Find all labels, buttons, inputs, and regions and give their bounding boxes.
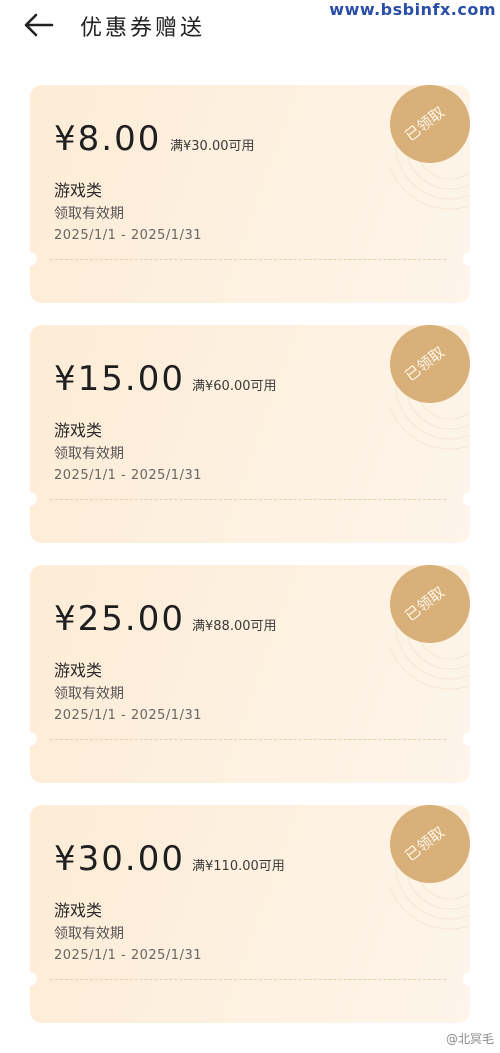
claimed-stamp: 已领取 — [384, 85, 470, 165]
coupon-condition: 满¥60.00可用 — [192, 379, 277, 394]
coupon-condition: 满¥110.00可用 — [192, 859, 285, 874]
validity-range: 2025/1/1 - 2025/1/31 — [54, 708, 202, 723]
arrow-left-icon — [24, 13, 54, 37]
coupon-amount: ¥8.00 — [54, 119, 162, 159]
dashed-divider — [50, 979, 446, 980]
coupon-list: ¥8.00 满¥30.00可用 游戏类 领取有效期 2025/1/1 - 202… — [30, 85, 470, 1045]
coupon-amount: ¥30.00 — [54, 839, 185, 879]
validity-label: 领取有效期 — [54, 926, 124, 942]
coupon-condition: 满¥30.00可用 — [170, 139, 255, 154]
dashed-divider — [50, 739, 446, 740]
claimed-stamp: 已领取 — [384, 805, 470, 885]
site-watermark: www.bsbinfx.com — [329, 0, 496, 19]
top-bar: 优惠券赠送 www.bsbinfx.com — [0, 0, 500, 52]
coupon-category: 游戏类 — [54, 661, 103, 680]
coupon-condition: 满¥88.00可用 — [192, 619, 277, 634]
coupon-category: 游戏类 — [54, 901, 103, 920]
dashed-divider — [50, 259, 446, 260]
claimed-stamp: 已领取 — [384, 565, 470, 645]
coupon-category: 游戏类 — [54, 181, 103, 200]
coupon-card[interactable]: ¥30.00 满¥110.00可用 游戏类 领取有效期 2025/1/1 - 2… — [30, 805, 470, 1023]
validity-label: 领取有效期 — [54, 686, 124, 702]
back-button[interactable] — [22, 10, 56, 40]
coupon-amount: ¥25.00 — [54, 599, 185, 639]
claimed-stamp: 已领取 — [384, 325, 470, 405]
coupon-card[interactable]: ¥25.00 满¥88.00可用 游戏类 领取有效期 2025/1/1 - 20… — [30, 565, 470, 783]
validity-label: 领取有效期 — [54, 446, 124, 462]
dashed-divider — [50, 499, 446, 500]
source-watermark: @北冥毛 — [445, 1032, 494, 1046]
validity-range: 2025/1/1 - 2025/1/31 — [54, 228, 202, 243]
coupon-card[interactable]: ¥15.00 满¥60.00可用 游戏类 领取有效期 2025/1/1 - 20… — [30, 325, 470, 543]
coupon-amount: ¥15.00 — [54, 359, 185, 399]
validity-range: 2025/1/1 - 2025/1/31 — [54, 468, 202, 483]
validity-label: 领取有效期 — [54, 206, 124, 222]
validity-range: 2025/1/1 - 2025/1/31 — [54, 948, 202, 963]
page-title: 优惠券赠送 — [80, 16, 206, 41]
coupon-card[interactable]: ¥8.00 满¥30.00可用 游戏类 领取有效期 2025/1/1 - 202… — [30, 85, 470, 303]
coupon-category: 游戏类 — [54, 421, 103, 440]
